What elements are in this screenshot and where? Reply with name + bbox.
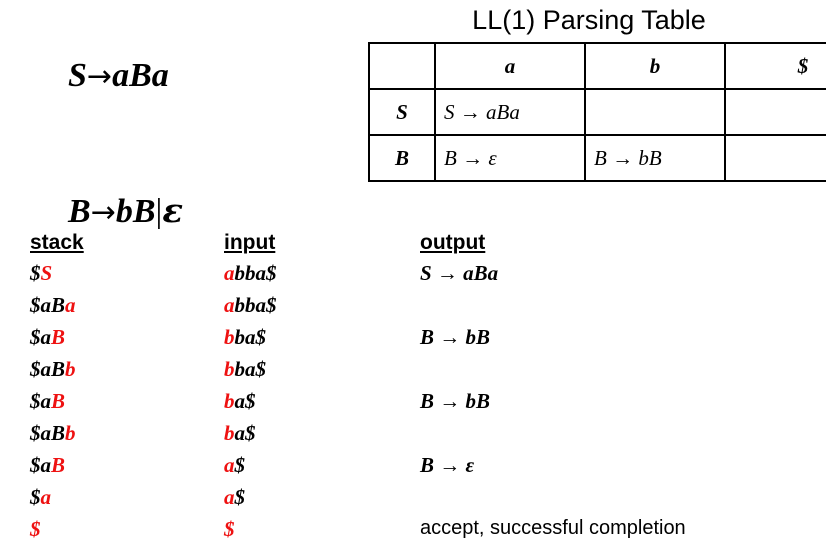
trace-column-header-stack: stack: [30, 231, 84, 254]
symbol: $: [30, 261, 41, 285]
symbol: ba$: [234, 325, 267, 349]
trace-cell-input: ba$: [224, 389, 256, 414]
highlighted-symbol: B: [51, 389, 66, 413]
symbol: $aB: [30, 293, 66, 317]
trace-row: $aBb ba$: [0, 421, 826, 453]
trace-cell-stack: $aBb: [30, 357, 76, 382]
symbol: a$: [234, 421, 256, 445]
trace-cell-stack: $S: [30, 261, 52, 286]
symbol: bba$: [234, 261, 277, 285]
symbol: bba$: [234, 293, 277, 317]
grammar-rule-b-lhs: B: [68, 193, 91, 230]
trace-column-header-output: output: [420, 231, 486, 254]
trace-row: $aB bba$ B → bB: [0, 325, 826, 357]
highlighted-symbol: b: [224, 421, 235, 445]
highlighted-symbol: B: [51, 453, 66, 477]
grammar-rule-b-rhs: bB: [115, 193, 156, 230]
trace-cell-stack: $aB: [30, 389, 65, 414]
parsing-table-cell-b-b: B → bB: [584, 134, 726, 182]
parse-trace-block: stack input output $S abba$ S → aBa $aBa abb…: [0, 231, 826, 549]
parsing-table-cell-s-a: S → aBa: [434, 88, 586, 136]
parse-trace-header-row: stack input output: [0, 231, 826, 261]
highlighted-symbol: b: [224, 389, 235, 413]
parsing-table-row-s: S S → aBa: [368, 88, 826, 136]
arrow-icon: →: [90, 195, 116, 230]
symbol: $aB: [30, 357, 66, 381]
highlighted-symbol: a: [224, 453, 235, 477]
trace-row: $aBa abba$: [0, 293, 826, 325]
symbol: $a: [30, 325, 51, 349]
symbol: a$: [234, 389, 256, 413]
trace-cell-input: a$: [224, 485, 245, 510]
highlighted-symbol: a: [224, 261, 235, 285]
trace-cell-output: accept, successful completion: [420, 517, 686, 539]
highlighted-symbol: $: [224, 517, 235, 541]
grammar-rule-b-alt: ε: [162, 191, 183, 231]
trace-cell-input: abba$: [224, 293, 277, 318]
trace-cell-stack: $aB: [30, 453, 65, 478]
trace-cell-input: bba$: [224, 357, 266, 382]
trace-row: $a a$: [0, 485, 826, 517]
trace-cell-output: B → bB: [420, 325, 491, 349]
trace-row: $aBb bba$: [0, 357, 826, 389]
trace-row: $aB a$ B → ε: [0, 453, 826, 485]
parse-trace-rows: $S abba$ S → aBa $aBa abba$ $aB bba$ B → bB $aBb…: [0, 261, 826, 549]
parsing-table-title: LL(1) Parsing Table: [472, 5, 706, 35]
symbol: $aB: [30, 421, 66, 445]
highlighted-symbol: b: [224, 357, 235, 381]
trace-cell-input: abba$: [224, 261, 277, 286]
parsing-table-block: LL(1) Parsing Table a b $ S S → aBa B B …: [368, 4, 826, 182]
highlighted-symbol: b: [224, 325, 235, 349]
trace-row: $ $ accept, successful completion: [0, 517, 826, 549]
highlighted-symbol: b: [65, 357, 76, 381]
highlighted-symbol: a: [224, 293, 235, 317]
highlighted-symbol: $: [30, 517, 41, 541]
parsing-table-header-row: a b $: [368, 42, 826, 90]
symbol: $a: [30, 453, 51, 477]
trace-cell-stack: $aBb: [30, 421, 76, 446]
trace-cell-input: a$: [224, 453, 245, 478]
trace-cell-output: S → aBa: [420, 261, 499, 285]
symbol: $: [30, 485, 41, 509]
highlighted-symbol: b: [65, 421, 76, 445]
symbol: $a: [30, 389, 51, 413]
highlighted-symbol: a: [65, 293, 76, 317]
trace-cell-output: B → ε: [420, 453, 475, 477]
parsing-table-cell-b-a: B → ε: [434, 134, 586, 182]
parsing-table-col-header-dollar: $: [724, 42, 826, 90]
parsing-table-row-b: B B → ε B → bB: [368, 134, 826, 182]
symbol: $: [234, 453, 246, 477]
parsing-table: a b $ S S → aBa B B → ε B → bB: [368, 42, 826, 182]
parsing-table-row-header-b: B: [368, 134, 436, 182]
grammar-rule-s-lhs: S: [68, 57, 87, 94]
symbol: $: [234, 485, 246, 509]
highlighted-symbol: a: [40, 485, 52, 509]
trace-cell-stack: $aBa: [30, 293, 76, 318]
trace-row: $S abba$ S → aBa: [0, 261, 826, 293]
parsing-table-cell-s-b: [584, 88, 726, 136]
trace-row: $aB ba$ B → bB: [0, 389, 826, 421]
trace-cell-input: ba$: [224, 421, 256, 446]
trace-cell-stack: $: [30, 517, 41, 542]
trace-cell-stack: $a: [30, 485, 51, 510]
trace-cell-output: B → bB: [420, 389, 491, 413]
parsing-table-corner-cell: [368, 42, 436, 90]
grammar-rule-s-rhs: aBa: [112, 57, 169, 94]
highlighted-symbol: B: [51, 325, 66, 349]
grammar-rule-s: S→aBa: [34, 8, 354, 144]
highlighted-symbol: S: [40, 261, 53, 285]
parsing-table-col-header-a: a: [434, 42, 586, 90]
trace-cell-input: $: [224, 517, 235, 542]
highlighted-symbol: a: [224, 485, 235, 509]
parsing-table-col-header-b: b: [584, 42, 726, 90]
trace-column-header-input: input: [224, 231, 276, 254]
trace-cell-stack: $aB: [30, 325, 65, 350]
parsing-table-cell-b-dollar: [724, 134, 826, 182]
arrow-icon: →: [86, 59, 113, 94]
symbol: ba$: [234, 357, 267, 381]
trace-cell-input: bba$: [224, 325, 266, 350]
parsing-table-cell-s-dollar: [724, 88, 826, 136]
parsing-table-row-header-s: S: [368, 88, 436, 136]
